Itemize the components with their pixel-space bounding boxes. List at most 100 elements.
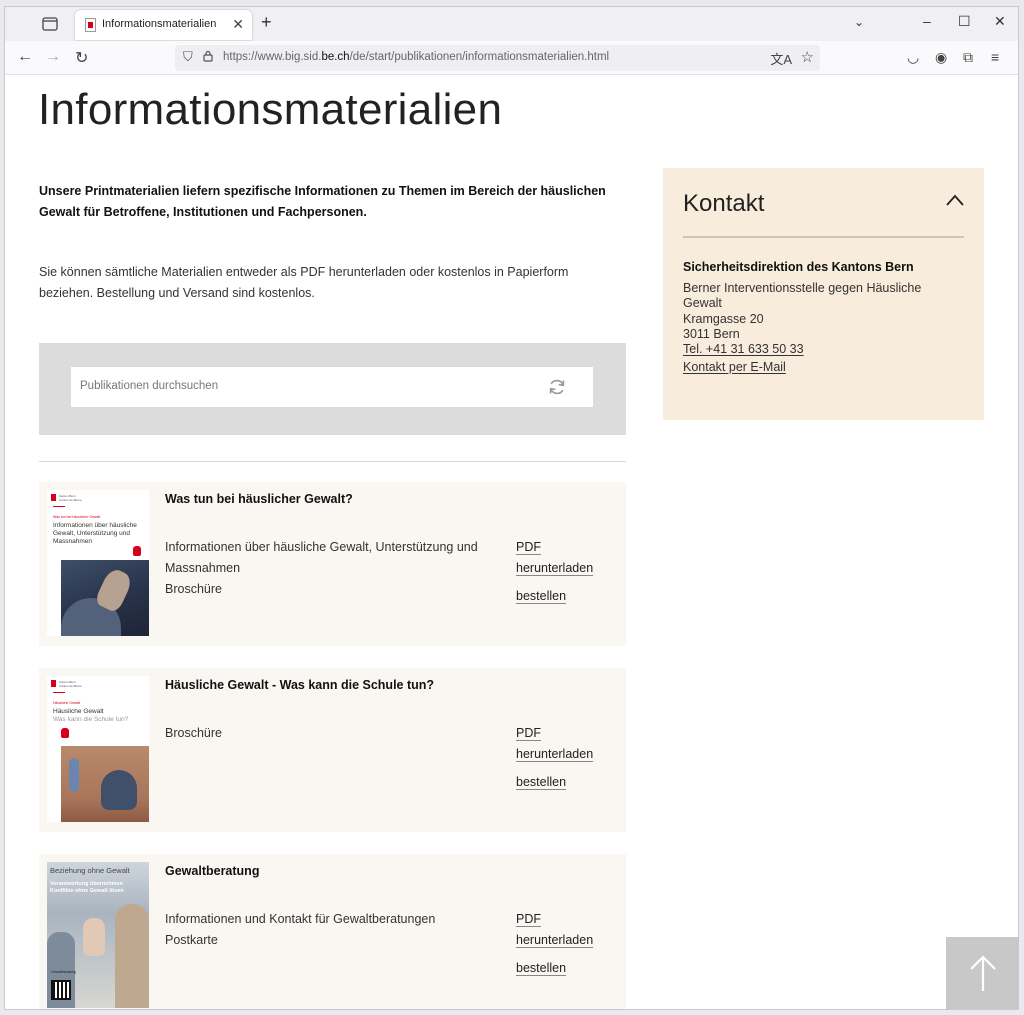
publication-card: Kanton Bern Canton de Berne Häusliche Gew… <box>39 668 626 832</box>
shield-icon[interactable]: ⛉ <box>183 49 193 65</box>
contact-panel: Kontakt Sicherheitsdirektion des Kantons… <box>663 168 984 420</box>
contact-city: 3011 Bern <box>683 326 740 341</box>
order-link[interactable]: bestellen <box>516 589 566 603</box>
tab-title: Informationsmaterialien <box>102 18 217 30</box>
order-link[interactable]: bestellen <box>516 961 566 975</box>
tab-active[interactable]: Informationsmaterialien ✕ <box>75 10 252 40</box>
pdf-label: PDF <box>516 726 541 740</box>
intro-text: Sie können sämtliche Materialien entwede… <box>39 265 569 300</box>
browser-window: Informationsmaterialien ✕ + ⌄ – ☐ ✕ ← → … <box>4 6 1019 1010</box>
description-text: Informationen und Kontakt für Gewaltbera… <box>165 912 436 926</box>
bookmark-star-icon[interactable]: ☆ <box>801 48 814 66</box>
qr-code-icon <box>51 980 71 1000</box>
publication-description: Broschüre <box>165 723 495 744</box>
publication-description: Informationen über häusliche Gewalt, Unt… <box>165 537 495 600</box>
page-content: Informationsmaterialien Unsere Printmate… <box>5 75 1018 1009</box>
cover-kicker: Was tun bei häuslicher Gewalt <box>53 515 101 519</box>
forward-icon[interactable]: → <box>45 48 61 66</box>
contact-street: Kramgasse 20 <box>683 311 764 326</box>
publication-type: Broschüre <box>165 582 222 596</box>
chevron-down-icon[interactable]: ⌄ <box>854 15 864 29</box>
contact-divider <box>683 236 964 238</box>
translate-icon[interactable]: 文A <box>770 49 792 68</box>
publication-type: Postkarte <box>165 933 218 947</box>
lead-text: Unsere Printmaterialien liefern spezifis… <box>39 184 606 219</box>
pocket-icon[interactable]: ◡ <box>907 49 919 66</box>
cover-rule <box>53 692 65 693</box>
order-link[interactable]: bestellen <box>516 775 566 789</box>
tab-list-icon[interactable] <box>41 15 59 33</box>
contact-line1: Berner Interventionsstelle gegen Häuslic… <box>683 281 922 311</box>
pdf-label: PDF <box>516 540 541 554</box>
postcard-image: Beziehung ohne Gewalt Verantwortung über… <box>47 862 149 1008</box>
page-title: Informationsmaterialien <box>38 85 503 134</box>
contact-heading[interactable]: Kontakt <box>683 190 764 218</box>
download-label: herunterladen <box>516 933 594 947</box>
back-to-top-button[interactable] <box>946 937 1018 1009</box>
maximize-icon[interactable]: ☐ <box>958 13 971 30</box>
pdf-download-link[interactable]: PDF herunterladen <box>516 723 593 765</box>
contact-address: Berner Interventionsstelle gegen Häuslic… <box>683 281 943 357</box>
pdf-label: PDF <box>516 912 541 926</box>
contact-phone-link[interactable]: Tel. +41 31 633 50 33 <box>683 342 804 356</box>
cover-top-text: Beziehung ohne Gewalt <box>50 866 130 875</box>
lock-icon[interactable] <box>203 50 213 62</box>
url-domain: be.ch <box>321 51 350 63</box>
arrow-up-icon <box>970 955 996 991</box>
cover-headline: Informationen über häusliche Gewalt, Unt… <box>53 522 137 545</box>
extensions-icon[interactable]: ⧉ <box>963 49 973 66</box>
publication-card: Kanton Bern Canton de Berne Was tun bei h… <box>39 482 626 646</box>
canton-logo-icon <box>51 680 56 687</box>
description-text: Informationen über häusliche Gewalt, Unt… <box>165 540 478 575</box>
back-icon[interactable]: ← <box>17 48 33 66</box>
cover-logo-text: Kanton Bern Canton de Berne <box>59 680 82 688</box>
search-panel: Publikationen durchsuchen <box>39 343 626 435</box>
new-tab-icon[interactable]: + <box>261 12 272 33</box>
url-prefix: https://www.big.sid. <box>223 51 322 63</box>
pdf-download-link[interactable]: PDF herunterladen <box>516 909 593 951</box>
nav-bar: ← → ↻ ⛉ https://www.big.sid.be.ch/de/sta… <box>5 41 1018 75</box>
canton-logo-icon <box>51 494 56 501</box>
divider <box>39 461 626 462</box>
contact-org: Sicherheitsdirektion des Kantons Bern <box>683 260 914 274</box>
tab-strip: Informationsmaterialien ✕ + ⌄ – ☐ ✕ <box>5 7 1018 41</box>
publication-cover[interactable]: Kanton Bern Canton de Berne Was tun bei h… <box>47 490 149 636</box>
cover-headline: Verantwortung übernehmen Konflikte ohne … <box>50 881 124 894</box>
search-placeholder: Publikationen durchsuchen <box>80 380 219 392</box>
cover-logo-text: Kanton Bern Canton de Berne <box>59 494 82 502</box>
cover-foot: Gewaltberatung <box>51 970 76 974</box>
publication-title: Gewaltberatung <box>165 864 260 878</box>
minimize-icon[interactable]: – <box>923 13 931 29</box>
publication-title: Häusliche Gewalt - Was kann die Schule t… <box>165 678 435 692</box>
cover-kicker: Häusliche Gewalt <box>53 701 81 705</box>
url-text[interactable]: https://www.big.sid.be.ch/de/start/publi… <box>223 51 609 63</box>
raised-hand-icon <box>83 918 105 956</box>
cover-photo <box>61 746 149 822</box>
reload-icon[interactable]: ↻ <box>75 48 88 68</box>
download-label: herunterladen <box>516 561 594 575</box>
account-icon[interactable]: ◉ <box>935 49 947 66</box>
url-path: /de/start/publikationen/informationsmate… <box>349 51 610 63</box>
refresh-icon[interactable] <box>547 377 567 397</box>
window-close-icon[interactable]: ✕ <box>994 13 1006 30</box>
url-bar[interactable]: ⛉ https://www.big.sid.be.ch/de/start/pub… <box>175 45 820 71</box>
menu-icon[interactable]: ≡ <box>991 49 999 65</box>
site-favicon-icon <box>85 18 96 32</box>
stop-hand-icon <box>61 728 69 738</box>
tab-close-icon[interactable]: ✕ <box>232 16 244 33</box>
publication-type: Broschüre <box>165 726 222 740</box>
search-input[interactable]: Publikationen durchsuchen <box>71 367 593 407</box>
download-label: herunterladen <box>516 747 594 761</box>
publication-cover[interactable]: Kanton Bern Canton de Berne Häusliche Gew… <box>47 676 149 822</box>
cover-photo <box>61 560 149 636</box>
chevron-up-icon[interactable] <box>946 194 964 206</box>
publication-cover[interactable]: Beziehung ohne Gewalt Verantwortung über… <box>47 862 149 1008</box>
contact-email-link[interactable]: Kontakt per E-Mail <box>683 360 786 374</box>
publication-card: Beziehung ohne Gewalt Verantwortung über… <box>39 854 626 1009</box>
publication-description: Informationen und Kontakt für Gewaltbera… <box>165 909 495 951</box>
stop-hand-icon <box>133 546 141 556</box>
pdf-download-link[interactable]: PDF herunterladen <box>516 537 593 579</box>
cover-headline: Häusliche Gewalt Was kann die Schule tun? <box>53 708 129 723</box>
publication-title: Was tun bei häuslicher Gewalt? <box>165 492 353 506</box>
cover-rule <box>53 506 65 507</box>
